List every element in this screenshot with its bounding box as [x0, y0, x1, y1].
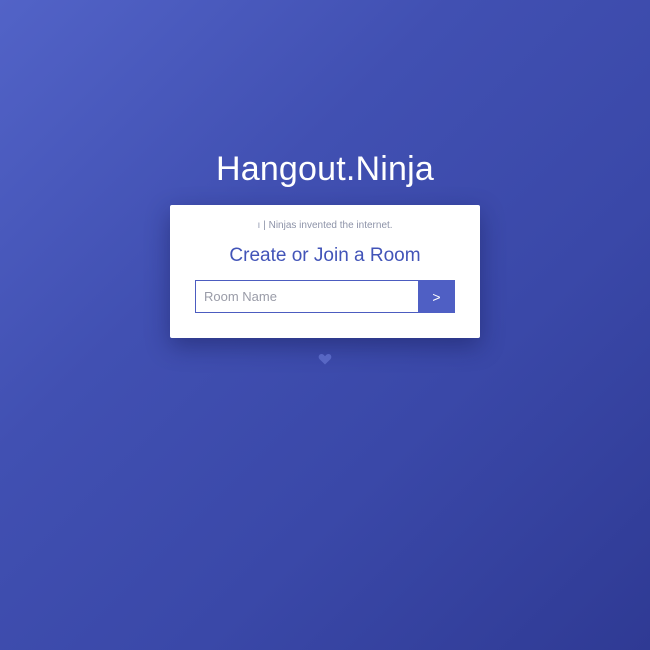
- app-title: Hangout.Ninja: [215, 150, 435, 188]
- card-heading: Create or Join a Room: [229, 245, 421, 266]
- room-form: >: [195, 280, 455, 313]
- tagline-text: | Ninjas invented the internet.: [263, 220, 393, 231]
- join-room-button[interactable]: >: [418, 280, 455, 313]
- heart-icon: [318, 353, 332, 365]
- room-card: ı | Ninjas invented the internet. Create …: [170, 205, 480, 338]
- room-name-input[interactable]: [195, 280, 418, 313]
- tagline-mark: ı: [257, 220, 261, 231]
- tagline: ı | Ninjas invented the internet.: [170, 220, 480, 231]
